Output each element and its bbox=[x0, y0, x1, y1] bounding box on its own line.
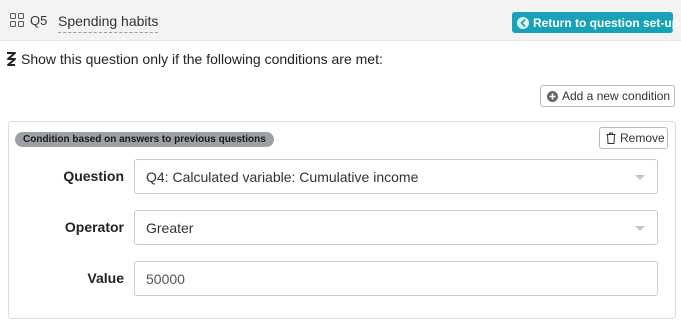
return-button-label: Return to question set-up bbox=[533, 15, 679, 30]
value-field-label: Value bbox=[87, 270, 124, 286]
condition-panel: Condition based on answers to previous q… bbox=[8, 121, 676, 319]
branch-icon bbox=[7, 52, 16, 66]
condition-type-badge: Condition based on answers to previous q… bbox=[15, 132, 274, 147]
caret-down-icon bbox=[635, 226, 645, 231]
conditions-intro-text: Show this question only if the following… bbox=[21, 51, 383, 67]
question-field-label: Question bbox=[63, 168, 124, 184]
grid-icon bbox=[10, 13, 24, 27]
question-number: Q5 bbox=[30, 13, 48, 28]
remove-condition-button[interactable]: Remove bbox=[599, 127, 668, 149]
arrow-left-circle-icon bbox=[517, 16, 529, 29]
plus-circle-icon bbox=[547, 90, 558, 102]
remove-label: Remove bbox=[620, 131, 665, 145]
question-select[interactable]: Q4: Calculated variable: Cumulative inco… bbox=[134, 159, 658, 194]
add-condition-button[interactable]: Add a new condition bbox=[540, 85, 675, 107]
question-select-value: Q4: Calculated variable: Cumulative inco… bbox=[146, 168, 419, 185]
return-to-setup-button[interactable]: Return to question set-up bbox=[512, 12, 679, 33]
conditions-intro: Show this question only if the following… bbox=[5, 51, 383, 67]
caret-down-icon bbox=[635, 175, 645, 180]
question-header: Q5 Spending habits Return to question se… bbox=[0, 0, 681, 41]
add-condition-label: Add a new condition bbox=[562, 89, 671, 103]
question-title[interactable]: Spending habits bbox=[58, 12, 159, 33]
trash-icon bbox=[606, 132, 616, 144]
operator-select-value: Greater bbox=[146, 219, 194, 236]
operator-select[interactable]: Greater bbox=[134, 210, 658, 245]
value-input[interactable] bbox=[134, 261, 658, 296]
operator-field-label: Operator bbox=[64, 219, 124, 235]
